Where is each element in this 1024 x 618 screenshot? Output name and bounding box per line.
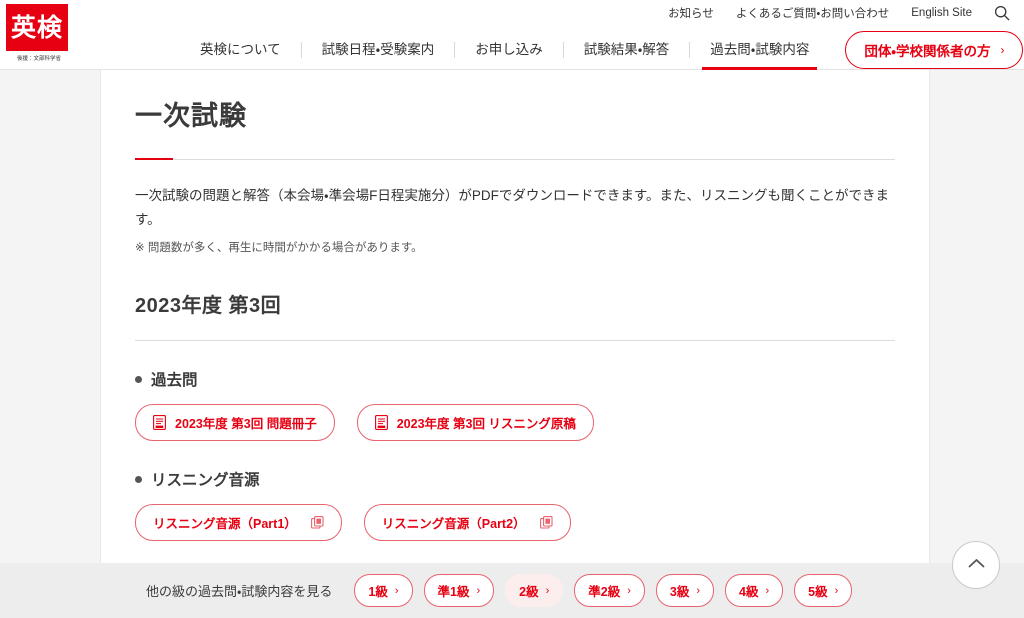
lead-note: ※ 問題数が多く、再生に時間がかかる場合があります。 (135, 242, 423, 255)
eiken-logo: 英検 (6, 4, 68, 51)
grade-label: 3級 (669, 585, 690, 599)
round-title: 2023年度 第3回 (135, 295, 282, 318)
site-header: 英検 後援：文部科学省 お知らせ よくあるご質問・お問い合わせ English … (0, 0, 1024, 70)
main-nav: 英検について 試験日程・受験案内 お申し込み 試験結果・解答 過去問・試験内容 … (180, 29, 1024, 70)
nav-item-about[interactable]: 英検について (180, 29, 301, 70)
search-icon[interactable] (994, 5, 1010, 21)
page-title: 一次試験 (135, 101, 247, 131)
group-school-cta-button[interactable]: 団体・学校関係者の方 › (845, 30, 1024, 69)
chevron-right-icon: › (394, 584, 399, 597)
page-body: 一次試験 一次試験の問題と解答（本会場・準会場F日程実施分）がPDFでダウンロー… (0, 70, 1024, 618)
bullet-icon (135, 475, 142, 483)
chevron-right-icon: › (627, 584, 631, 597)
grade-list: 1級 › 準1級 › 2級 › 準2級 › 3級 › 4級 › 5級 › (354, 574, 853, 607)
other-grades-bar: 他の級の過去問・試験内容を見る 1級 › 準1級 › 2級 › 準2級 › 3級… (0, 563, 1024, 618)
cta-label: 団体・学校関係者の方 (864, 43, 991, 59)
grade-chip-jun2kyu[interactable]: 準2級 › (574, 574, 645, 607)
grade-chip-1kyu[interactable]: 1級 › (354, 574, 413, 607)
external-link-icon (539, 516, 553, 529)
chevron-right-icon: › (765, 584, 770, 597)
grade-label: 2級 (519, 585, 539, 599)
grade-label: 準2級 (588, 585, 621, 599)
chip-row-past-questions: 2023年度 第3回 問題冊子 2023年度 第3回 リスニング原稿 (135, 404, 895, 442)
chip-label: 2023年度 第3回 リスニング原稿 (396, 417, 576, 432)
chip-label: 2023年度 第3回 問題冊子 (175, 417, 317, 432)
logo-subtext: 後援：文部科学省 (16, 56, 61, 62)
chevron-right-icon: › (834, 584, 839, 597)
other-grades-label: 他の級の過去問・試験内容を見る (146, 584, 333, 599)
nav-item-past-exams[interactable]: 過去問・試験内容 (690, 29, 829, 70)
audio-link-part1[interactable]: リスニング音源（Part1） (135, 504, 342, 542)
chip-label: リスニング音源（Part1） (153, 517, 297, 532)
grade-label: 5級 (808, 585, 828, 599)
chevron-up-icon (968, 556, 985, 574)
section-heading-listening-audio: リスニング音源 (135, 468, 895, 490)
utility-nav-item-english-site[interactable]: English Site (911, 7, 972, 19)
chevron-right-icon: › (545, 584, 550, 597)
nav-item-results[interactable]: 試験結果・解答 (564, 29, 690, 70)
grade-chip-5kyu[interactable]: 5級 › (794, 574, 853, 607)
grade-chip-4kyu[interactable]: 4級 › (725, 574, 784, 607)
title-divider (135, 158, 895, 160)
pdf-link-listening-script[interactable]: 2023年度 第3回 リスニング原稿 (356, 404, 594, 442)
audio-link-part2[interactable]: リスニング音源（Part2） (363, 504, 571, 542)
pdf-icon (374, 415, 388, 431)
section-heading-past-questions: 過去問 (135, 368, 895, 390)
section-heading-label: リスニング音源 (151, 472, 260, 490)
grade-label: 1級 (368, 585, 388, 599)
grade-chip-3kyu[interactable]: 3級 › (655, 574, 715, 607)
chevron-right-icon: › (1000, 42, 1005, 57)
chip-label: リスニング音源（Part2） (381, 517, 526, 532)
grade-chip-jun1kyu[interactable]: 準1級 › (423, 574, 495, 607)
lead-paragraph: 一次試験の問題と解答（本会場・準会場F日程実施分）がPDFでダウンロードできます… (135, 188, 889, 227)
section-heading-label: 過去問 (151, 372, 198, 390)
content-column: 一次試験 一次試験の問題と解答（本会場・準会場F日程実施分）がPDFでダウンロー… (100, 70, 930, 618)
round-divider (135, 340, 895, 342)
grade-label: 4級 (739, 585, 759, 599)
utility-nav-item-faq[interactable]: よくあるご質問・お問い合わせ (736, 5, 889, 21)
grade-chip-2kyu[interactable]: 2級 › (505, 574, 564, 607)
chevron-right-icon: › (696, 584, 701, 597)
nav-item-apply[interactable]: お申し込み (455, 29, 563, 70)
pdf-link-question-booklet[interactable]: 2023年度 第3回 問題冊子 (135, 404, 335, 442)
pdf-icon (153, 415, 166, 431)
utility-nav: お知らせ よくあるご質問・お問い合わせ English Site (668, 5, 1010, 21)
nav-item-schedule[interactable]: 試験日程・受験案内 (302, 29, 455, 70)
bullet-icon (135, 375, 142, 383)
external-link-icon (310, 516, 324, 529)
chip-row-listening-audio: リスニング音源（Part1） リスニング音源（Part2） (135, 504, 895, 542)
scroll-to-top-button[interactable] (952, 541, 1000, 589)
chevron-right-icon: › (476, 584, 481, 597)
site-logo[interactable]: 英検 後援：文部科学省 (6, 4, 72, 62)
utility-nav-item-news[interactable]: お知らせ (668, 5, 714, 21)
grade-label: 準1級 (437, 585, 470, 599)
